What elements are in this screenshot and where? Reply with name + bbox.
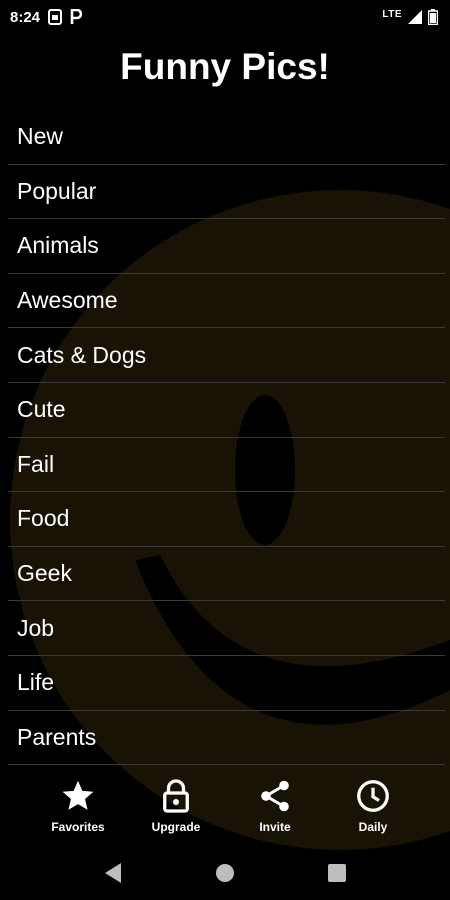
signal-icon xyxy=(408,10,422,24)
upgrade-label: Upgrade xyxy=(151,820,201,834)
back-icon xyxy=(105,863,121,883)
back-button[interactable] xyxy=(98,858,128,888)
category-item-fail[interactable]: Fail xyxy=(8,438,445,493)
category-item-food[interactable]: Food xyxy=(8,492,445,547)
favorites-label: Favorites xyxy=(51,820,105,834)
system-nav-bar xyxy=(0,848,450,900)
favorites-button[interactable]: Favorites xyxy=(33,778,123,834)
category-item-awesome[interactable]: Awesome xyxy=(8,274,445,329)
daily-label: Daily xyxy=(358,820,388,834)
star-icon xyxy=(62,780,94,810)
page-title: Funny Pics! xyxy=(120,46,330,87)
recents-icon xyxy=(328,864,346,882)
category-item-cute[interactable]: Cute xyxy=(8,383,445,438)
category-item-life[interactable]: Life xyxy=(8,656,445,711)
share-icon xyxy=(261,780,289,812)
category-list: New Popular Animals Awesome Cats & Dogs … xyxy=(8,110,445,766)
category-item-job[interactable]: Job xyxy=(8,601,445,656)
category-item-popular[interactable]: Popular xyxy=(8,165,445,220)
clock-icon xyxy=(357,780,389,812)
upgrade-button[interactable]: Upgrade xyxy=(131,778,221,834)
status-bar: 8:24 LTE xyxy=(0,0,450,34)
category-item-geek[interactable]: Geek xyxy=(8,547,445,602)
sim-card-icon xyxy=(48,9,63,25)
bottom-nav: Favorites Upgrade Invite Daily xyxy=(0,778,450,838)
home-button[interactable] xyxy=(210,858,240,888)
invite-button[interactable]: Invite xyxy=(230,778,320,834)
battery-icon xyxy=(428,9,438,25)
category-item-cats-dogs[interactable]: Cats & Dogs xyxy=(8,328,445,383)
category-item-animals[interactable]: Animals xyxy=(8,219,445,274)
category-item-new[interactable]: New xyxy=(8,110,445,165)
status-time: 8:24 xyxy=(10,8,41,26)
lte-label: LTE xyxy=(382,8,402,20)
home-icon xyxy=(216,864,234,882)
recents-button[interactable] xyxy=(322,858,352,888)
lock-icon xyxy=(163,779,189,813)
parking-icon xyxy=(70,9,83,24)
category-item-parents[interactable]: Parents xyxy=(8,711,445,766)
invite-label: Invite xyxy=(259,820,291,834)
daily-button[interactable]: Daily xyxy=(328,778,418,834)
